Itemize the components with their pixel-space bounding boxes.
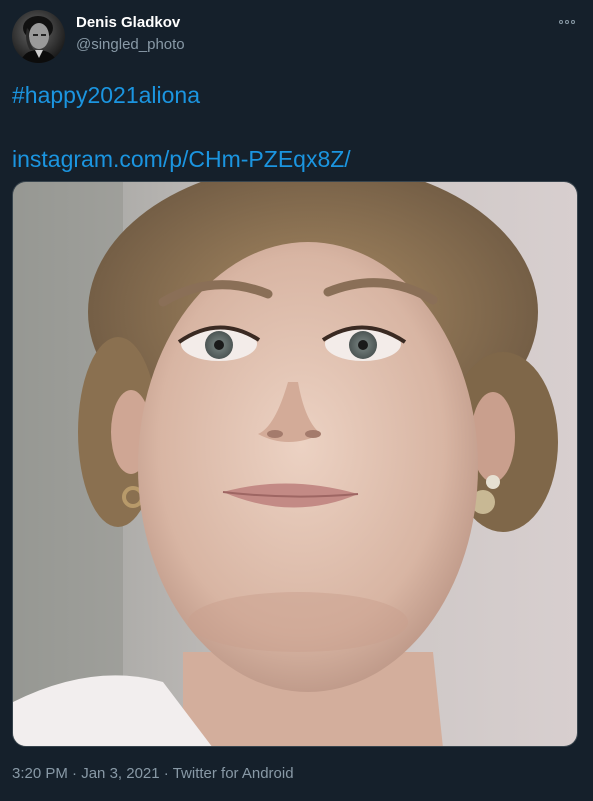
tweet-card: Denis Gladkov @singled_photo #happy2021a…: [0, 0, 593, 801]
meta-separator: ·: [159, 765, 173, 782]
tweet-metadata: 3:20 PM · Jan 3, 2021 · Twitter for Andr…: [12, 765, 294, 783]
author-avatar[interactable]: [12, 10, 65, 63]
tweet-photo[interactable]: [12, 181, 578, 747]
instagram-link[interactable]: instagram.com/p/CHm-PZEqx8Z/: [12, 145, 351, 173]
tweet-source[interactable]: Twitter for Android: [173, 765, 294, 782]
more-options-icon: [571, 20, 575, 24]
tweet-date[interactable]: Jan 3, 2021: [81, 765, 159, 782]
meta-separator: ·: [67, 765, 82, 782]
more-options-button[interactable]: [554, 12, 580, 32]
more-options-icon: [565, 20, 569, 24]
more-options-icon: [559, 20, 563, 24]
author-username[interactable]: @singled_photo: [76, 36, 185, 54]
author-display-name[interactable]: Denis Gladkov: [76, 14, 180, 32]
tweet-time[interactable]: 3:20 PM: [12, 765, 68, 782]
hashtag-link[interactable]: #happy2021aliona: [12, 81, 200, 109]
